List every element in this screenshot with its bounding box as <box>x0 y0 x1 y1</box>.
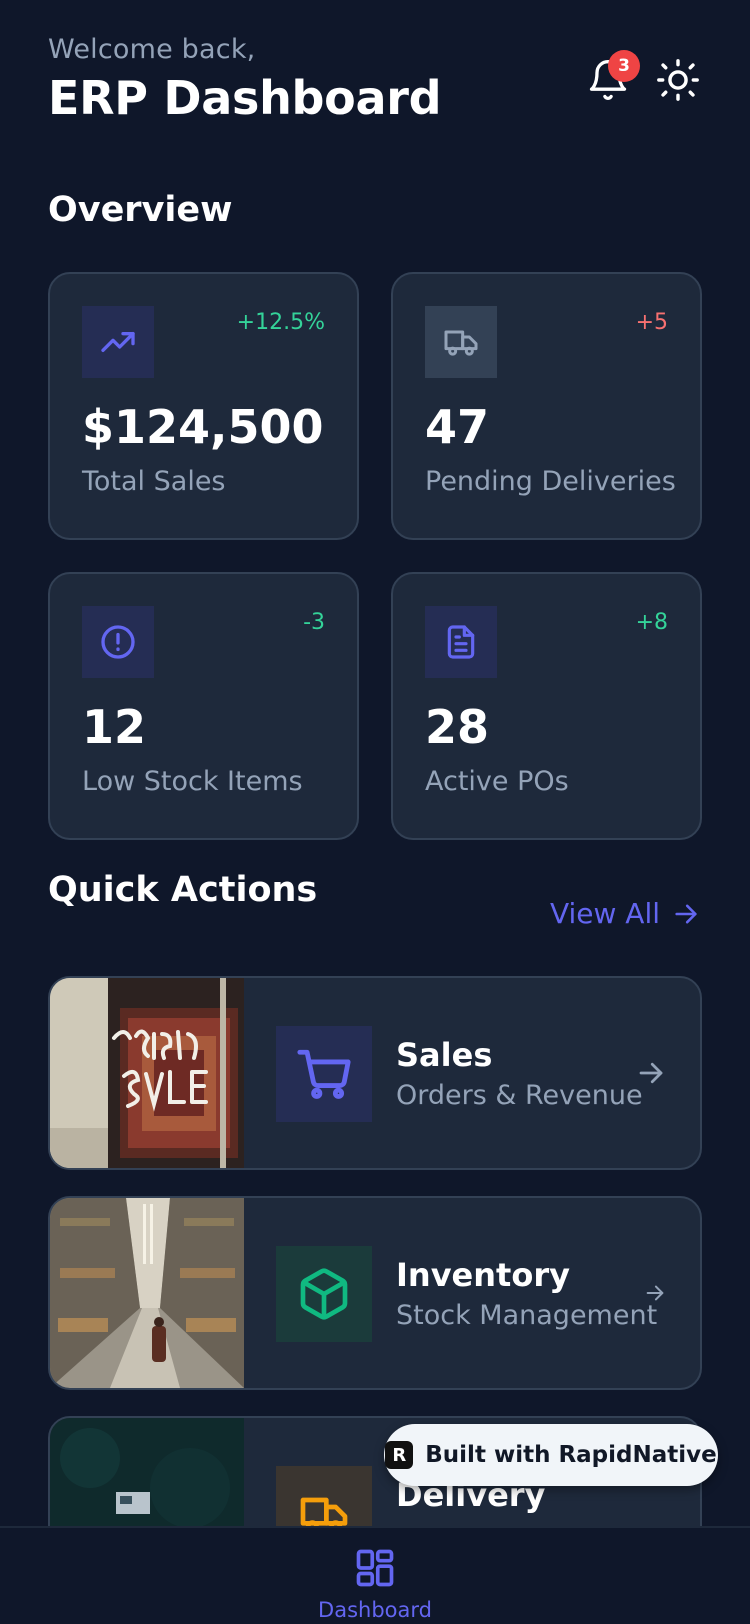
action-subtitle: Orders & Revenue <box>396 1080 643 1111</box>
stat-label: Pending Deliveries <box>425 466 676 497</box>
alert-circle-icon <box>101 625 135 659</box>
page-title: ERP Dashboard <box>48 71 442 125</box>
stat-icon-box <box>82 606 154 678</box>
stat-label: Active POs <box>425 766 569 797</box>
built-with-text: Built with RapidNative <box>425 1442 717 1468</box>
stats-grid: +12.5% $124,500 Total Sales +5 47 Pendin… <box>48 272 702 840</box>
stat-change: +5 <box>635 310 668 335</box>
built-with-badge[interactable]: R Built with RapidNative <box>384 1424 718 1486</box>
notifications-button[interactable]: 3 <box>584 50 640 104</box>
stat-change: +12.5% <box>236 310 325 335</box>
package-icon <box>300 1268 348 1320</box>
arrow-right-icon <box>675 904 697 923</box>
stat-card-total-sales[interactable]: +12.5% $124,500 Total Sales <box>48 272 359 540</box>
header-actions: 3 <box>584 50 702 104</box>
shopping-cart-icon <box>297 1049 351 1099</box>
stat-value: $124,500 <box>82 400 324 454</box>
stat-card-low-stock[interactable]: -3 12 Low Stock Items <box>48 572 359 840</box>
chevron-right-icon <box>646 1285 664 1301</box>
nav-item-dashboard[interactable]: Dashboard <box>0 1546 750 1622</box>
stat-card-pending-deliveries[interactable]: +5 47 Pending Deliveries <box>391 272 702 540</box>
overview-title: Overview <box>48 190 233 230</box>
action-subtitle: Stock Management <box>396 1300 658 1331</box>
quick-action-inventory[interactable]: Inventory Stock Management <box>48 1196 702 1390</box>
quick-actions-title: Quick Actions <box>48 870 318 910</box>
stat-label: Total Sales <box>82 466 226 497</box>
trending-up-icon <box>101 332 135 352</box>
inventory-image <box>50 1198 244 1388</box>
view-all-label: View All <box>549 897 660 930</box>
quick-action-sales[interactable]: Sales Orders & Revenue <box>48 976 702 1170</box>
stat-card-active-pos[interactable]: +8 28 Active POs <box>391 572 702 840</box>
grid-icon <box>356 1549 394 1587</box>
notification-count-badge: 3 <box>608 50 640 82</box>
stat-label: Low Stock Items <box>82 766 303 797</box>
file-text-icon <box>447 625 475 659</box>
action-icon-box <box>276 1026 372 1122</box>
rapidnative-logo-icon: R <box>385 1441 414 1469</box>
nav-label-dashboard: Dashboard <box>318 1598 432 1622</box>
header: Welcome back, ERP Dashboard <box>48 34 442 125</box>
sun-icon <box>657 59 699 101</box>
truck-icon <box>444 330 478 356</box>
view-all-link[interactable]: View All <box>550 897 700 930</box>
stat-change: -3 <box>303 610 325 635</box>
stat-value: 12 <box>82 700 147 754</box>
action-title: Inventory <box>396 1256 570 1294</box>
stat-change: +8 <box>635 610 668 635</box>
bottom-nav: Dashboard <box>0 1526 750 1624</box>
stat-icon-box <box>425 606 497 678</box>
stat-value: 47 <box>425 400 490 454</box>
sales-image <box>50 978 244 1168</box>
stat-icon-box <box>425 306 497 378</box>
action-title: Sales <box>396 1036 493 1074</box>
stat-value: 28 <box>425 700 490 754</box>
chevron-right-icon <box>639 1062 663 1084</box>
theme-toggle-button[interactable] <box>654 56 702 104</box>
welcome-text: Welcome back, <box>48 34 256 65</box>
stat-icon-box <box>82 306 154 378</box>
action-icon-box <box>276 1246 372 1342</box>
